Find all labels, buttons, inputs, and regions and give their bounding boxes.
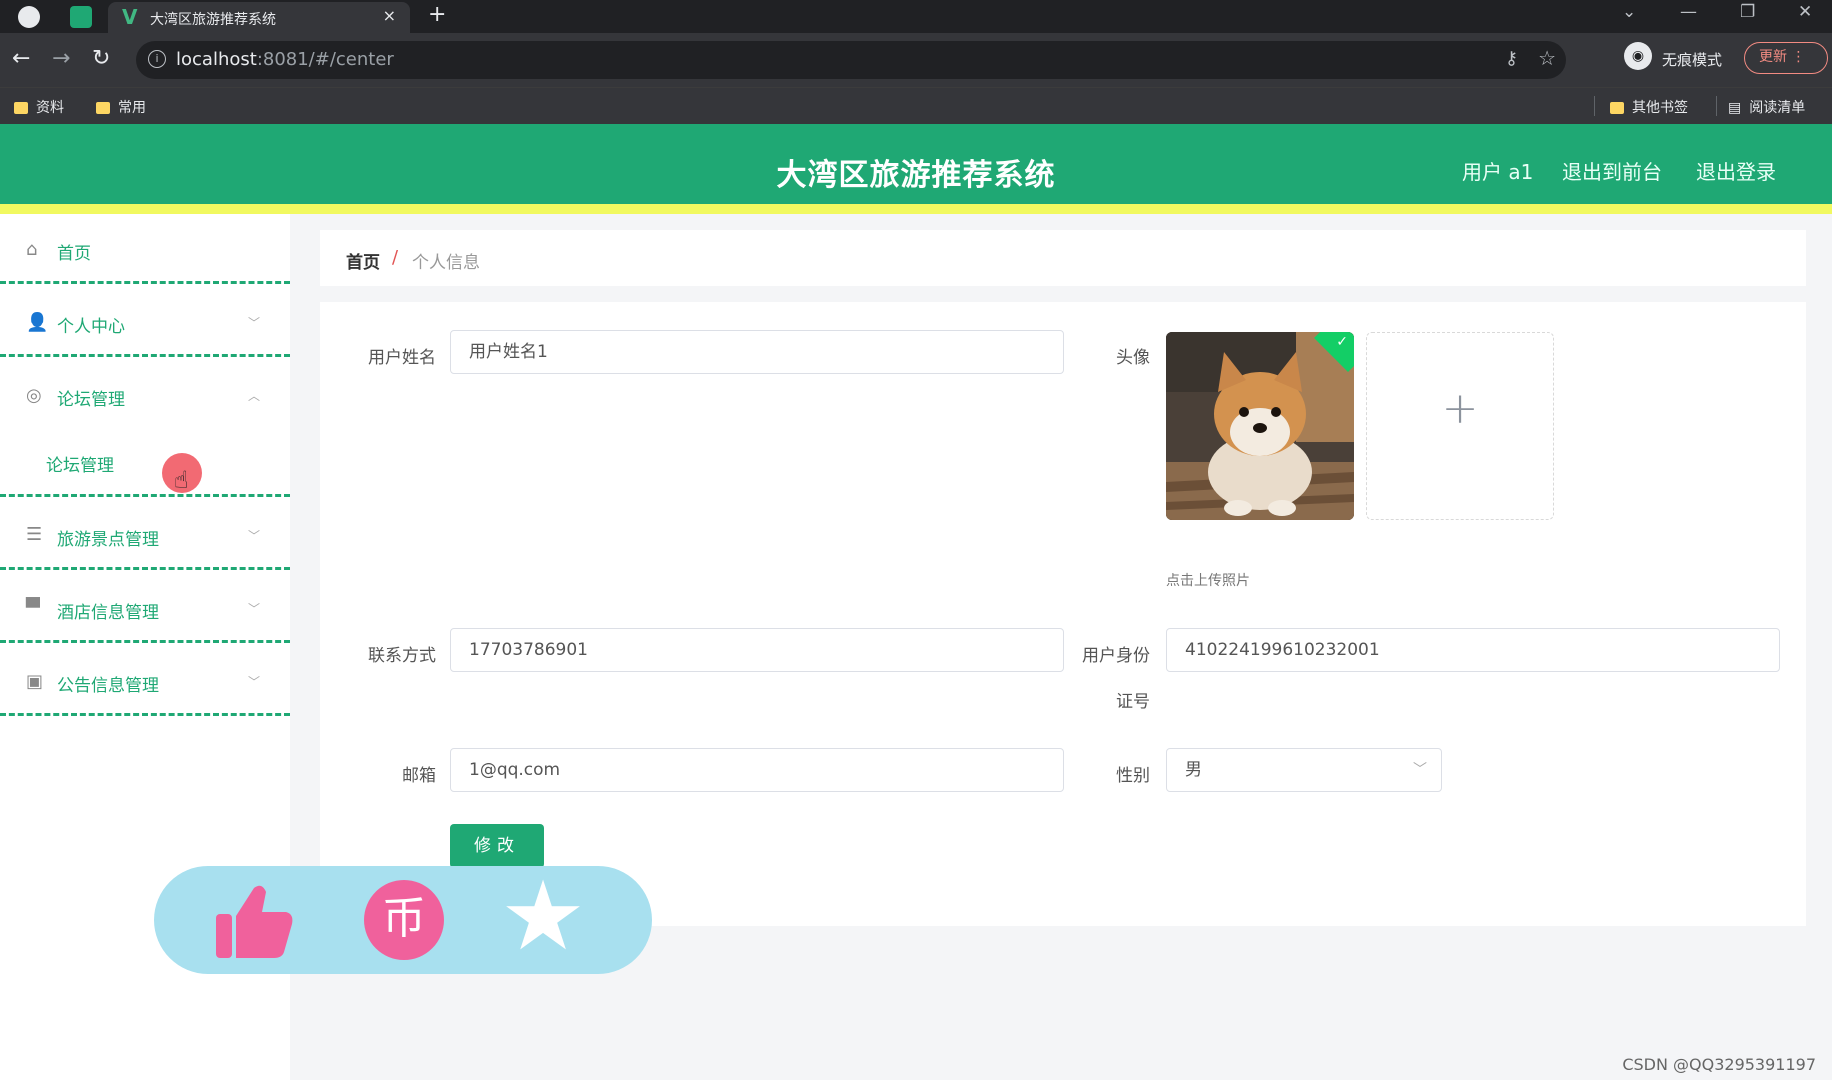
sidebar-item-notice[interactable]: ▣ 公告信息管理 ﹀ [0,643,290,716]
folder-icon [14,102,28,114]
email-field[interactable]: 1@qq.com [450,748,1064,792]
app-header: 大湾区旅游推荐系统 用户 a1 退出到前台 退出登录 [0,124,1832,214]
chevron-down-icon: ﹀ [1413,762,1427,778]
reading-list-icon: ▤ [1728,100,1742,116]
user-icon: 👤 [26,312,49,333]
password-key-icon[interactable]: ⚷ [1505,48,1518,69]
check-icon: ✓ [1336,334,1348,350]
tab-title: 大湾区旅游推荐系统 [150,12,276,28]
watermark: CSDN @QQ3295391197 [1622,1055,1816,1074]
chevron-down-icon: ﹀ [247,675,260,689]
avatar-upload-button[interactable]: + [1366,332,1554,520]
breadcrumb: 首页 / 个人信息 [320,230,1806,286]
folder-icon [1610,102,1624,114]
url-field[interactable]: i localhost:8081/#/center ⚷ ☆ [136,41,1566,79]
gender-value: 男 [1185,760,1202,780]
minimize-icon[interactable]: — [1680,2,1697,22]
pinned-tab-icon[interactable] [70,6,92,28]
bookmarks-bar: 资料 常用 其他书签 ▤ 阅读清单 [0,87,1832,124]
star-icon[interactable]: ★ [500,866,586,966]
tab-search-icon[interactable]: ⌄ [1622,2,1636,22]
sidebar-item-label: 公告信息管理 [57,676,159,696]
username-field[interactable]: 用户姓名1 [450,330,1064,374]
new-tab-button[interactable]: + [428,2,446,27]
exit-to-front-link[interactable]: 退出到前台 [1562,156,1662,185]
gender-label: 性别 [1116,766,1150,786]
phone-label: 联系方式 [368,646,436,666]
sidebar-item-scenic[interactable]: ☰ 旅游景点管理 ﹀ [0,497,290,570]
incognito-icon: ◉ [1624,42,1652,70]
url-text: localhost:8081/#/center [176,49,394,70]
bookmark-folder[interactable]: 常用 [96,97,146,117]
bookmark-folder[interactable]: 资料 [14,97,64,117]
coin-icon[interactable]: 币 [364,880,444,960]
sidebar-item-label: 论坛管理 [57,390,125,410]
idcard-label-continued: 证号 [1116,692,1150,712]
folder-icon [96,102,110,114]
email-label: 邮箱 [402,766,436,786]
close-window-icon[interactable]: ✕ [1798,2,1812,22]
tab-close-icon[interactable]: × [383,6,396,25]
hotel-icon: ▀ [26,598,40,619]
breadcrumb-current: 个人信息 [412,253,480,273]
hand-cursor-icon: ☝ [174,466,189,494]
sidebar-item-home[interactable]: ⌂ 首页 [0,214,290,284]
sidebar-item-label: 首页 [57,244,91,264]
chevron-down-icon: ﹀ [247,602,260,616]
sidebar-item-label: 酒店信息管理 [57,603,159,623]
bookmark-folder[interactable]: 其他书签 [1610,97,1688,117]
bookmark-divider [1716,96,1717,116]
active-tab[interactable]: V 大湾区旅游推荐系统 × [108,2,410,33]
chevron-down-icon: ﹀ [247,529,260,543]
forward-icon[interactable]: → [52,46,70,71]
back-icon[interactable]: ← [12,46,30,71]
reading-list[interactable]: ▤ 阅读清单 [1728,97,1805,117]
avatar-image[interactable]: ✓ [1166,332,1354,520]
sidebar-item-label: 旅游景点管理 [57,530,159,550]
breadcrumb-home[interactable]: 首页 [346,248,380,273]
chevron-up-icon: ︿ [247,389,260,403]
vue-logo-icon: V [122,5,138,29]
forum-icon: ◎ [26,385,42,406]
reaction-overlay: 币 ★ [154,866,652,974]
restore-icon[interactable]: ❐ [1740,2,1755,22]
chevron-down-icon: ﹀ [247,316,260,330]
thumbs-up-icon[interactable] [214,882,294,960]
reload-icon[interactable]: ↻ [92,46,110,71]
idcard-field[interactable]: 410224199610232001 [1166,628,1780,672]
logout-link[interactable]: 退出登录 [1696,156,1776,185]
sidebar-item-forum[interactable]: ◎ 论坛管理 ︿ 论坛管理 [0,357,290,497]
sidebar-item-personal-center[interactable]: 👤 个人中心 ﹀ [0,284,290,357]
home-icon: ⌂ [26,239,38,260]
avatar-label: 头像 [1116,348,1150,368]
app-title: 大湾区旅游推荐系统 [776,158,1056,193]
header-accent-strip [0,204,1832,214]
upload-hint: 点击上传照片 [1166,573,1250,589]
username-label: 用户姓名 [368,348,436,368]
bookmark-divider [1594,96,1595,116]
incognito-label: 无痕模式 [1662,51,1723,69]
idcard-label: 用户身份 [1082,646,1150,666]
address-bar: ← → ↻ i localhost:8081/#/center ⚷ ☆ ◉ 无痕… [0,33,1832,87]
sidebar-item-hotel[interactable]: ▀ 酒店信息管理 ﹀ [0,570,290,643]
gender-select[interactable]: 男 ﹀ [1166,748,1442,792]
browser-app-icon[interactable] [18,6,40,28]
phone-field[interactable]: 17703786901 [450,628,1064,672]
browser-tab-bar: V 大湾区旅游推荐系统 × + ⌄ — ❐ ✕ [0,0,1832,33]
profile-form: 用户姓名 用户姓名1 头像 ✓ + 点击上传照片 联系方式 1770378690… [320,302,1806,926]
sidebar-item-label: 个人中心 [57,317,125,337]
update-button[interactable]: 更新 ⋮ [1744,42,1828,74]
shiba-dog-photo [1166,332,1354,520]
plus-icon: + [1441,383,1479,434]
notice-icon: ▣ [26,671,44,692]
list-icon: ☰ [26,524,43,545]
site-info-icon[interactable]: i [148,50,166,68]
user-name[interactable]: 用户 a1 [1462,156,1533,185]
bookmark-star-icon[interactable]: ☆ [1538,46,1556,70]
sidebar-subitem-forum[interactable]: 论坛管理 [46,451,114,476]
breadcrumb-separator: / [392,247,399,268]
